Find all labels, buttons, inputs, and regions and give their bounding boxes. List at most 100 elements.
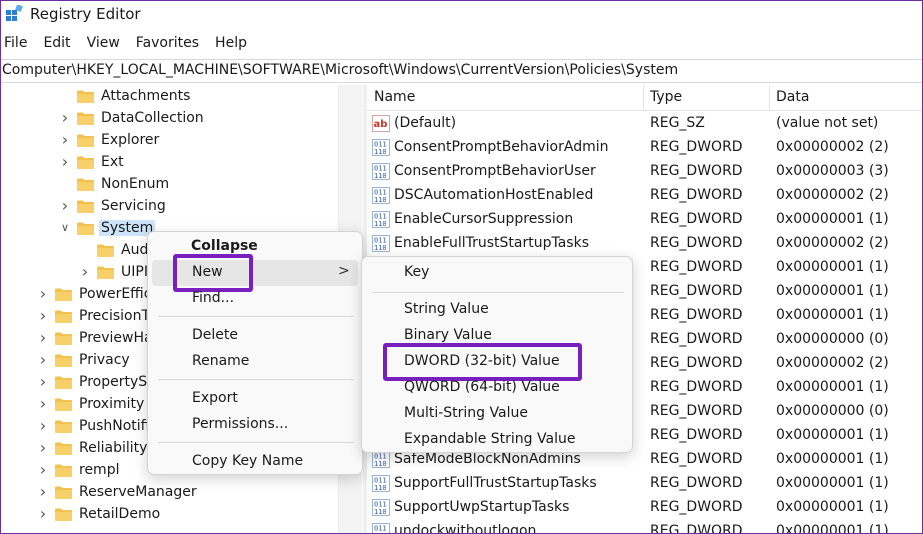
menu-item-rename[interactable]: Rename [192,353,249,369]
menu-item-delete[interactable]: Delete [192,327,238,343]
tree-item[interactable]: › ReserveManager [37,481,199,503]
tree-item[interactable]: › Proximity [37,393,146,415]
cell-type: REG_DWORD [650,427,743,443]
tree-item[interactable]: › PowerEffic [37,283,153,305]
list-header: Name Type Data [367,85,922,111]
tree-item-label: Attachments [101,88,191,104]
list-item[interactable]: 011 110 SupportUwpStartupTasks REG_DWORD 0x0… [367,496,922,520]
tree-item[interactable]: › PropertySy [37,371,157,393]
cell-data: 0x00000002 (2) [776,139,889,155]
chevron-right-icon[interactable]: › [37,374,49,390]
tree-item-label: RetailDemo [79,506,161,522]
tree-item[interactable]: Attachments [59,85,192,107]
tree-item[interactable]: › PrecisionT [37,305,152,327]
list-item[interactable]: 011 110 SupportFullTrustStartupTasks REG_DW… [367,472,922,496]
chevron-right-icon[interactable]: › [79,264,91,280]
svg-text:110: 110 [374,148,387,156]
binary-value-icon: 011110 [372,187,390,204]
submenu-item-string-value[interactable]: String Value [404,301,489,317]
svg-text:ab: ab [374,119,388,130]
chevron-right-icon[interactable]: › [37,308,49,324]
list-item[interactable]: 011 110 EnableCursorSuppression REG_DWORD 0x… [367,208,922,232]
chevron-right-icon[interactable]: › [37,418,49,434]
chevron-right-icon[interactable]: › [59,132,71,148]
tree-item[interactable]: › Explorer [59,129,161,151]
column-header-data[interactable]: Data [776,89,809,105]
tree-item-label: Servicing [101,198,166,214]
folder-icon [55,442,72,455]
folder-icon [55,486,72,499]
folder-icon [55,398,72,411]
tree-item[interactable]: NonEnum [59,173,171,195]
folder-icon [77,200,94,213]
cell-type: REG_DWORD [650,475,743,491]
tree-item[interactable]: › PreviewHa [37,327,155,349]
new-submenu: Key String Value Binary Value DWORD (32-… [361,256,633,453]
submenu-item-binary-value[interactable]: Binary Value [404,327,492,343]
chevron-right-icon[interactable]: › [37,462,49,478]
binary-value-icon: 011110 [372,163,390,180]
chevron-right-icon[interactable]: › [37,396,49,412]
list-item[interactable]: 011110 undockwithoutlogon REG_DWORD 0x00000… [367,520,922,534]
menu-file[interactable]: File [4,33,27,57]
chevron-right-icon[interactable]: › [59,154,71,170]
chevron-right-icon[interactable]: › [59,198,71,214]
tree-item[interactable]: › Privacy [37,349,132,371]
new-highlight-box [173,254,253,292]
cell-name: undockwithoutlogon [394,523,537,534]
chevron-right-icon[interactable]: › [37,440,49,456]
tree-item[interactable]: › rempl [37,459,121,481]
tree-item[interactable]: › DataCollection [59,107,206,129]
chevron-right-icon[interactable]: › [37,330,49,346]
list-item[interactable]: 011 110 ConsentPromptBehaviorAdmin REG_DWOR… [367,136,922,160]
cell-type: REG_DWORD [650,379,743,395]
chevron-down-icon[interactable]: ∨ [59,222,71,234]
tree-item[interactable]: › RetailDemo [37,503,162,525]
folder-icon [97,266,114,279]
tree-item[interactable]: › Reliability [37,437,149,459]
column-divider[interactable] [769,85,770,111]
tree-item-label: Aud [121,242,149,258]
folder-icon [55,332,72,345]
tree-item[interactable]: › Ext [59,151,126,173]
list-item[interactable]: 011 110 DSCAutomationHostEnabled REG_DWORD 0… [367,184,922,208]
menu-item-collapse[interactable]: Collapse [191,238,258,254]
submenu-item-qword-value[interactable]: QWORD (64-bit) Value [404,379,560,395]
list-item[interactable]: 011 110 EnableFullTrustStartupTasks REG_DWO… [367,232,922,256]
column-header-type[interactable]: Type [650,89,682,105]
tree-item[interactable]: Aud [79,239,150,261]
tree-item[interactable]: › PushNotifi [37,415,151,437]
submenu-item-key[interactable]: Key [404,264,429,280]
submenu-item-multi-string-value[interactable]: Multi-String Value [404,405,528,421]
submenu-item-expandable-string-value[interactable]: Expandable String Value [404,431,575,447]
cell-name: DSCAutomationHostEnabled [394,187,594,203]
binary-value-icon: 011110 [372,211,390,228]
chevron-right-icon[interactable]: › [37,286,49,302]
tree-item[interactable]: › UIPI [79,261,150,283]
menu-favorites[interactable]: Favorites [136,33,199,57]
menu-view[interactable]: View [87,33,120,57]
menu-item-export[interactable]: Export [192,390,238,406]
address-bar[interactable]: Computer\HKEY_LOCAL_MACHINE\SOFTWARE\Mic… [1,59,922,83]
chevron-right-icon[interactable]: › [37,506,49,522]
list-item[interactable]: 011 110 ConsentPromptBehaviorUser REG_DWORD… [367,160,922,184]
menu-item-find[interactable]: Find... [192,290,234,306]
menu-edit[interactable]: Edit [43,33,70,57]
cell-type: REG_DWORD [650,331,743,347]
window-title: Registry Editor [30,5,141,23]
menu-help[interactable]: Help [215,33,247,57]
list-item[interactable]: ab (Default) REG_SZ (value not set) [367,112,922,136]
menu-item-permissions[interactable]: Permissions... [192,416,288,432]
menu-item-copy-key-name[interactable]: Copy Key Name [192,453,303,469]
column-divider[interactable] [643,85,644,111]
column-header-name[interactable]: Name [374,89,415,105]
chevron-right-icon[interactable]: › [59,110,71,126]
cell-type: REG_DWORD [650,211,743,227]
cell-type: REG_DWORD [650,451,743,467]
chevron-right-icon[interactable]: › [37,352,49,368]
chevron-right-icon[interactable]: › [37,484,49,500]
tree-item[interactable]: › Servicing [59,195,168,217]
tree-item[interactable]: ∨ System [59,217,156,239]
